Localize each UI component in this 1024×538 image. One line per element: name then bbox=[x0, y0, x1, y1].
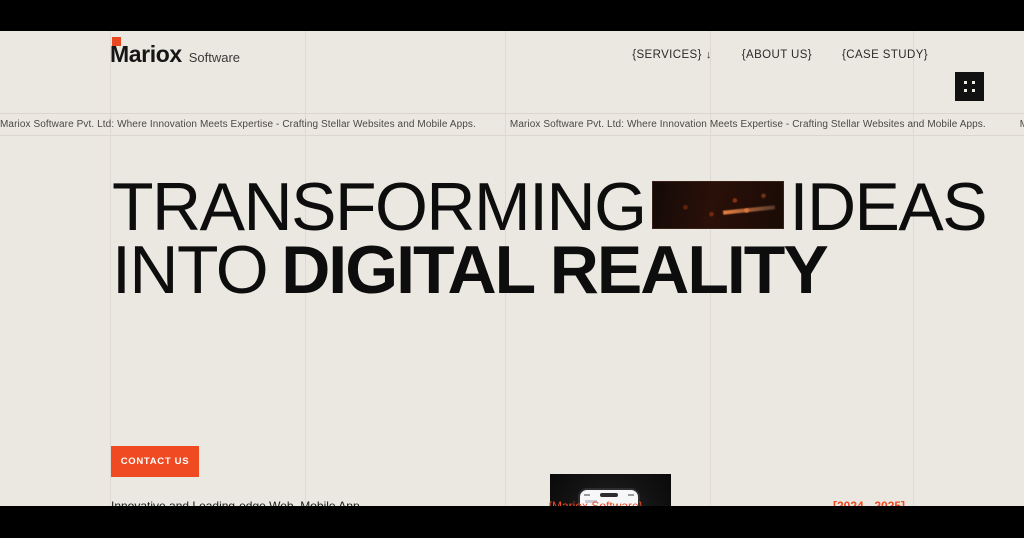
chevron-down-icon: ↓ bbox=[705, 48, 712, 61]
nav-item-case-study[interactable]: {CASE STUDY} bbox=[842, 49, 928, 61]
ticker-text: Mariox Software Pvt. Ltd: Where Innovati… bbox=[0, 119, 476, 130]
headline-word-digital-reality: DIGITAL REALITY bbox=[281, 232, 828, 309]
hero-inline-video[interactable] bbox=[651, 180, 784, 229]
browser-chrome-bottom bbox=[0, 506, 1024, 538]
page-canvas: Mariox Software {SERVICES} ↓ {ABOUT US} … bbox=[0, 31, 1024, 506]
nav-item-services[interactable]: {SERVICES} ↓ bbox=[632, 49, 712, 61]
ticker-text: Mariox Software Pvt. Ltd: Where Innovati… bbox=[1020, 119, 1024, 130]
below-fold-tagline: Innovative and Leading-edge Web, Mobile … bbox=[111, 499, 360, 506]
below-fold-year: [2024 - 2025] bbox=[833, 499, 906, 506]
page-title: TRANSFORMING IDEAS INTO DIGITAL REALITY bbox=[112, 169, 992, 309]
headline-line-1: TRANSFORMING IDEAS bbox=[112, 169, 992, 245]
site-header: Mariox Software {SERVICES} ↓ {ABOUT US} … bbox=[0, 31, 1024, 101]
menu-dot bbox=[964, 88, 968, 92]
phone-notch bbox=[600, 493, 618, 497]
headline-word-transforming: TRANSFORMING bbox=[112, 169, 647, 245]
logo-square-icon bbox=[112, 37, 121, 46]
ticker-text: Mariox Software Pvt. Ltd: Where Innovati… bbox=[509, 119, 986, 130]
logo-subtitle: Software bbox=[188, 50, 241, 65]
headline-line-2: INTO DIGITAL REALITY bbox=[112, 232, 992, 309]
nav-label-about-us: {ABOUT US} bbox=[741, 49, 813, 61]
browser-viewport: Mariox Software {SERVICES} ↓ {ABOUT US} … bbox=[0, 0, 1024, 538]
below-fold-brand: {Mariox Software} bbox=[548, 499, 643, 506]
marquee-ticker: Mariox Software Pvt. Ltd: Where Innovati… bbox=[0, 113, 1024, 136]
nav-item-about-us[interactable]: {ABOUT US} bbox=[742, 49, 812, 61]
below-fold-row: Innovative and Leading-edge Web, Mobile … bbox=[0, 499, 1024, 506]
nav-label-case-study: {CASE STUDY} bbox=[842, 49, 928, 61]
menu-dot bbox=[971, 88, 975, 92]
headline-word-into: INTO bbox=[112, 232, 269, 309]
menu-dot bbox=[971, 81, 975, 85]
contact-us-button[interactable]: CONTACT US bbox=[111, 446, 199, 477]
nav-label-services: {SERVICES} bbox=[632, 49, 702, 61]
menu-dot bbox=[964, 81, 968, 85]
logo[interactable]: Mariox Software bbox=[110, 37, 241, 67]
main-navigation: {SERVICES} ↓ {ABOUT US} {CASE STUDY} bbox=[632, 49, 928, 61]
browser-chrome-top bbox=[0, 0, 1024, 31]
four-dots-grid-icon[interactable] bbox=[955, 72, 984, 101]
headline-word-ideas: IDEAS bbox=[789, 169, 988, 245]
logo-name: Mariox bbox=[110, 41, 182, 67]
